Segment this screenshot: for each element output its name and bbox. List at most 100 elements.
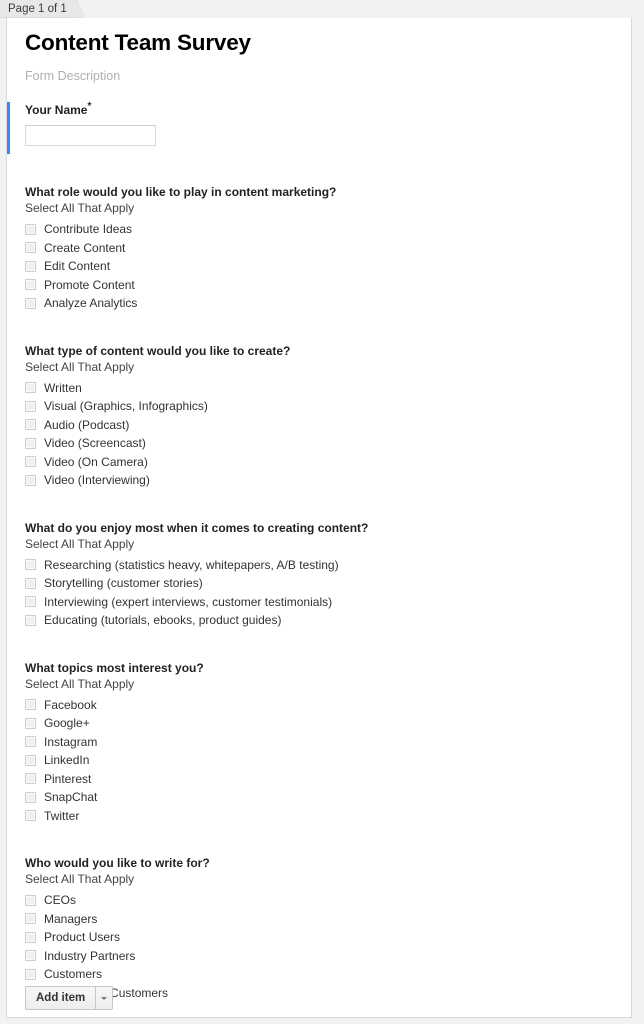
checkbox-options: Written Visual (Graphics, Infographics) … bbox=[25, 379, 631, 490]
list-item[interactable]: LinkedIn bbox=[25, 751, 631, 770]
add-item-button[interactable]: Add item bbox=[25, 986, 96, 1010]
form-item-your-name[interactable]: Your Name* bbox=[7, 102, 631, 154]
checkbox-icon[interactable] bbox=[25, 717, 36, 729]
checkbox-icon[interactable] bbox=[25, 754, 36, 766]
checkbox-icon[interactable] bbox=[25, 913, 36, 925]
option-label: Visual (Graphics, Infographics) bbox=[44, 399, 208, 414]
option-label: Written bbox=[44, 380, 82, 395]
option-label: Storytelling (customer stories) bbox=[44, 576, 203, 591]
checkbox-icon[interactable] bbox=[25, 931, 36, 943]
list-item[interactable]: Managers bbox=[25, 910, 631, 929]
list-item[interactable]: Video (Screencast) bbox=[25, 434, 631, 453]
option-label: Create Content bbox=[44, 240, 126, 255]
question-title-text: Your Name bbox=[25, 103, 88, 117]
checkbox-icon[interactable] bbox=[25, 699, 36, 711]
checkbox-icon[interactable] bbox=[25, 810, 36, 822]
list-item[interactable]: Product Users bbox=[25, 928, 631, 947]
list-item[interactable]: Visual (Graphics, Infographics) bbox=[25, 397, 631, 416]
list-item[interactable]: Industry Partners bbox=[25, 947, 631, 966]
form-editor-window: Page 1 of 1 Content Team Survey Form Des… bbox=[0, 0, 644, 1024]
option-label: Video (Screencast) bbox=[44, 436, 146, 451]
list-item[interactable]: Promote Content bbox=[25, 276, 631, 295]
checkbox-icon[interactable] bbox=[25, 596, 36, 608]
checkbox-icon[interactable] bbox=[25, 773, 36, 785]
checkbox-icon[interactable] bbox=[25, 279, 36, 291]
list-item[interactable]: Written bbox=[25, 379, 631, 398]
question-help-text: Select All That Apply bbox=[25, 676, 135, 691]
question-help-text: Select All That Apply bbox=[25, 359, 135, 374]
option-label: Video (Interviewing) bbox=[44, 473, 150, 488]
form-footer: Add item bbox=[25, 986, 114, 1010]
option-label: Product Users bbox=[44, 930, 121, 945]
checkbox-icon[interactable] bbox=[25, 614, 36, 626]
page-tab-strip: Page 1 of 1 bbox=[0, 0, 644, 18]
list-item[interactable]: Create Content bbox=[25, 239, 631, 258]
list-item[interactable]: Researching (statistics heavy, whitepape… bbox=[25, 556, 631, 575]
page-tab[interactable]: Page 1 of 1 bbox=[0, 0, 86, 18]
add-item-button-group: Add item bbox=[25, 986, 114, 1010]
form-description-placeholder[interactable]: Form Description bbox=[7, 56, 631, 84]
checkbox-icon[interactable] bbox=[25, 437, 36, 449]
option-label: Customers bbox=[44, 967, 103, 982]
checkbox-icon[interactable] bbox=[25, 968, 36, 980]
list-item[interactable]: Storytelling (customer stories) bbox=[25, 574, 631, 593]
option-label: Audio (Podcast) bbox=[44, 417, 130, 432]
checkbox-icon[interactable] bbox=[25, 950, 36, 962]
option-label: Pinterest bbox=[44, 771, 92, 786]
option-label: Promote Content bbox=[44, 277, 135, 292]
list-item[interactable]: Twitter bbox=[25, 807, 631, 826]
list-item[interactable]: Facebook bbox=[25, 696, 631, 715]
list-item[interactable]: Pinterest bbox=[25, 770, 631, 789]
option-label: Contribute Ideas bbox=[44, 222, 133, 237]
checkbox-icon[interactable] bbox=[25, 559, 36, 571]
list-item[interactable]: Google+ bbox=[25, 714, 631, 733]
checkbox-icon[interactable] bbox=[25, 382, 36, 394]
question-help-text: Select All That Apply bbox=[25, 201, 135, 215]
required-asterisk: * bbox=[87, 101, 92, 112]
form-sheet: Content Team Survey Form Description You… bbox=[6, 18, 632, 1018]
list-item[interactable]: Contribute Ideas bbox=[25, 220, 631, 239]
list-item[interactable]: Video (Interviewing) bbox=[25, 471, 631, 490]
checkbox-options: Researching (statistics heavy, whitepape… bbox=[25, 556, 631, 630]
list-item[interactable]: Interviewing (expert interviews, custome… bbox=[25, 593, 631, 612]
form-item-topics[interactable]: What topics most interest you? Select Al… bbox=[7, 660, 631, 826]
list-item[interactable]: Analyze Analytics bbox=[25, 294, 631, 313]
list-item[interactable]: CEOs bbox=[25, 891, 631, 910]
form-item-audience[interactable]: Who would you like to write for? Select … bbox=[7, 855, 631, 1002]
list-item[interactable]: Audio (Podcast) bbox=[25, 416, 631, 435]
list-item[interactable]: Customers bbox=[25, 965, 631, 984]
form-item-role[interactable]: What role would you like to play in cont… bbox=[7, 184, 631, 313]
question-help-text: Select All That Apply bbox=[25, 536, 135, 551]
list-item[interactable]: Instagram bbox=[25, 733, 631, 752]
option-label: Researching (statistics heavy, whitepape… bbox=[44, 557, 339, 572]
checkbox-icon[interactable] bbox=[25, 260, 36, 272]
add-item-dropdown-button[interactable] bbox=[95, 986, 114, 1010]
checkbox-icon[interactable] bbox=[25, 456, 36, 468]
checkbox-icon[interactable] bbox=[25, 736, 36, 748]
list-item[interactable]: Edit Content bbox=[25, 257, 631, 276]
option-label: Facebook bbox=[44, 697, 97, 712]
checkbox-icon[interactable] bbox=[25, 242, 36, 254]
checkbox-icon[interactable] bbox=[25, 419, 36, 431]
checkbox-options: Facebook Google+ Instagram LinkedIn Pint… bbox=[25, 696, 631, 826]
list-item[interactable]: Prospective Customers bbox=[25, 984, 631, 1003]
form-item-enjoy-most[interactable]: What do you enjoy most when it comes to … bbox=[7, 520, 631, 630]
your-name-input[interactable] bbox=[25, 125, 156, 146]
option-label: Interviewing (expert interviews, custome… bbox=[44, 594, 333, 609]
checkbox-icon[interactable] bbox=[25, 400, 36, 412]
checkbox-icon[interactable] bbox=[25, 894, 36, 906]
checkbox-icon[interactable] bbox=[25, 474, 36, 486]
option-label: Educating (tutorials, ebooks, product gu… bbox=[44, 613, 282, 628]
checkbox-icon[interactable] bbox=[25, 223, 36, 235]
checkbox-icon[interactable] bbox=[25, 577, 36, 589]
question-title: Who would you like to write for? bbox=[25, 856, 210, 870]
checkbox-icon[interactable] bbox=[25, 791, 36, 803]
checkbox-icon[interactable] bbox=[25, 297, 36, 309]
list-item[interactable]: Video (On Camera) bbox=[25, 453, 631, 472]
form-item-content-type[interactable]: What type of content would you like to c… bbox=[7, 343, 631, 490]
option-label: SnapChat bbox=[44, 790, 98, 805]
page-title[interactable]: Content Team Survey bbox=[7, 18, 631, 56]
list-item[interactable]: SnapChat bbox=[25, 788, 631, 807]
list-item[interactable]: Educating (tutorials, ebooks, product gu… bbox=[25, 611, 631, 630]
option-label: Video (On Camera) bbox=[44, 454, 148, 469]
